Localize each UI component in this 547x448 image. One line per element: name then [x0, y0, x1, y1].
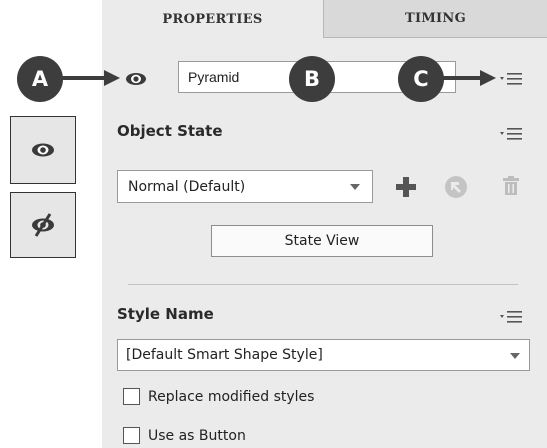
style-name-value: [Default Smart Shape Style]	[126, 347, 323, 363]
hidden-state-box	[10, 192, 76, 258]
callout-b: B	[289, 56, 335, 102]
replace-modified-styles-checkbox[interactable]	[123, 388, 140, 405]
callout-a-arrow	[60, 70, 120, 86]
use-as-button-label: Use as Button	[148, 427, 246, 444]
tab-timing[interactable]: TIMING	[324, 0, 547, 38]
visible-state-box	[10, 116, 76, 184]
section-divider	[128, 284, 518, 285]
tab-properties[interactable]: PROPERTIES	[102, 0, 324, 38]
style-menu-icon[interactable]	[500, 309, 524, 325]
use-as-button-row[interactable]: Use as Button	[123, 427, 246, 444]
reset-state-icon[interactable]	[444, 175, 468, 199]
add-state-icon[interactable]	[395, 176, 417, 198]
object-state-menu-icon[interactable]	[500, 126, 524, 142]
use-as-button-checkbox[interactable]	[123, 427, 140, 444]
tab-bar: PROPERTIES TIMING	[102, 0, 547, 38]
eye-icon	[32, 143, 54, 157]
object-name-value: Pyramid	[188, 69, 240, 85]
callout-c: C	[398, 56, 444, 102]
object-state-value: Normal (Default)	[128, 178, 246, 195]
visibility-toggle-icon[interactable]	[125, 71, 147, 87]
callout-c-arrow	[440, 70, 496, 86]
state-view-button[interactable]: State View	[211, 225, 433, 257]
name-panel-menu-icon[interactable]	[500, 71, 524, 87]
dropdown-arrow-icon	[350, 184, 360, 190]
object-state-title: Object State	[117, 122, 223, 140]
dropdown-arrow-icon	[510, 353, 520, 359]
state-view-label: State View	[284, 233, 360, 249]
delete-state-icon[interactable]	[503, 176, 519, 196]
replace-modified-styles-label: Replace modified styles	[148, 388, 315, 405]
eye-icon	[126, 73, 146, 85]
eye-hidden-icon	[32, 213, 54, 237]
style-name-title: Style Name	[117, 305, 214, 323]
style-name-dropdown[interactable]: [Default Smart Shape Style]	[117, 339, 530, 371]
callout-a: A	[17, 56, 63, 102]
replace-modified-styles-row[interactable]: Replace modified styles	[123, 388, 314, 405]
object-state-dropdown[interactable]: Normal (Default)	[117, 170, 373, 203]
